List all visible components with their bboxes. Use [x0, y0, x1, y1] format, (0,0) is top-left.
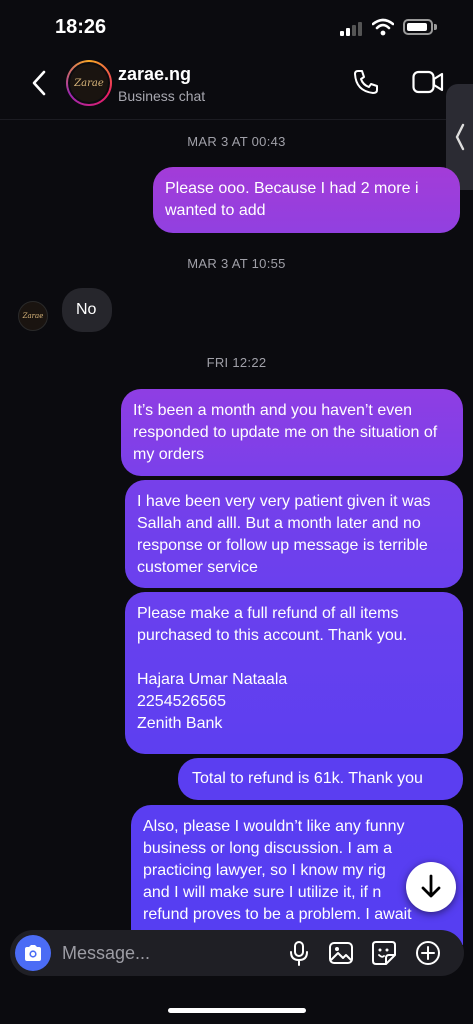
status-time: 18:26 [55, 16, 107, 38]
avatar[interactable]: Zarae [66, 60, 112, 106]
microphone-icon[interactable] [286, 940, 312, 966]
phone-icon[interactable] [352, 68, 380, 96]
battery-icon [403, 19, 437, 35]
message-outgoing[interactable]: It’s been a month and you haven’t even r… [121, 389, 463, 476]
message-incoming[interactable]: No [62, 288, 112, 332]
add-icon[interactable] [415, 940, 441, 966]
sender-avatar[interactable]: Zarae [18, 301, 48, 331]
arrow-down-icon [421, 874, 441, 898]
message-input[interactable]: Message... [62, 943, 150, 964]
gallery-icon[interactable] [328, 940, 354, 966]
back-icon[interactable] [26, 68, 54, 98]
timestamp: MAR 3 AT 00:43 [187, 134, 286, 149]
message-composer: Message... [10, 930, 464, 976]
message-outgoing[interactable]: Please ooo. Because I had 2 more i wante… [153, 167, 460, 233]
home-indicator[interactable] [168, 1008, 306, 1013]
message-outgoing[interactable]: Please make a full refund of all items p… [125, 592, 463, 754]
camera-button[interactable] [15, 935, 51, 971]
status-bar: 18:26 [0, 0, 473, 54]
message-outgoing[interactable]: I have been very very patient given it w… [125, 480, 463, 588]
chat-header: Zarae zarae.ng Business chat [0, 54, 473, 120]
message-outgoing[interactable]: Total to refund is 61k. Thank you [178, 758, 463, 800]
chat-subtitle: Business chat [118, 88, 206, 104]
avatar-logo: Zarae [68, 62, 110, 104]
chat-title[interactable]: zarae.ng [118, 64, 191, 85]
camera-icon [25, 945, 41, 961]
sticker-icon[interactable] [371, 940, 397, 966]
signal-icon [340, 22, 364, 36]
timestamp: FRI 12:22 [206, 355, 267, 370]
wifi-icon [372, 18, 394, 36]
scroll-to-bottom-button[interactable] [406, 862, 456, 912]
timestamp: MAR 3 AT 10:55 [187, 256, 286, 271]
video-call-icon[interactable] [412, 70, 444, 94]
